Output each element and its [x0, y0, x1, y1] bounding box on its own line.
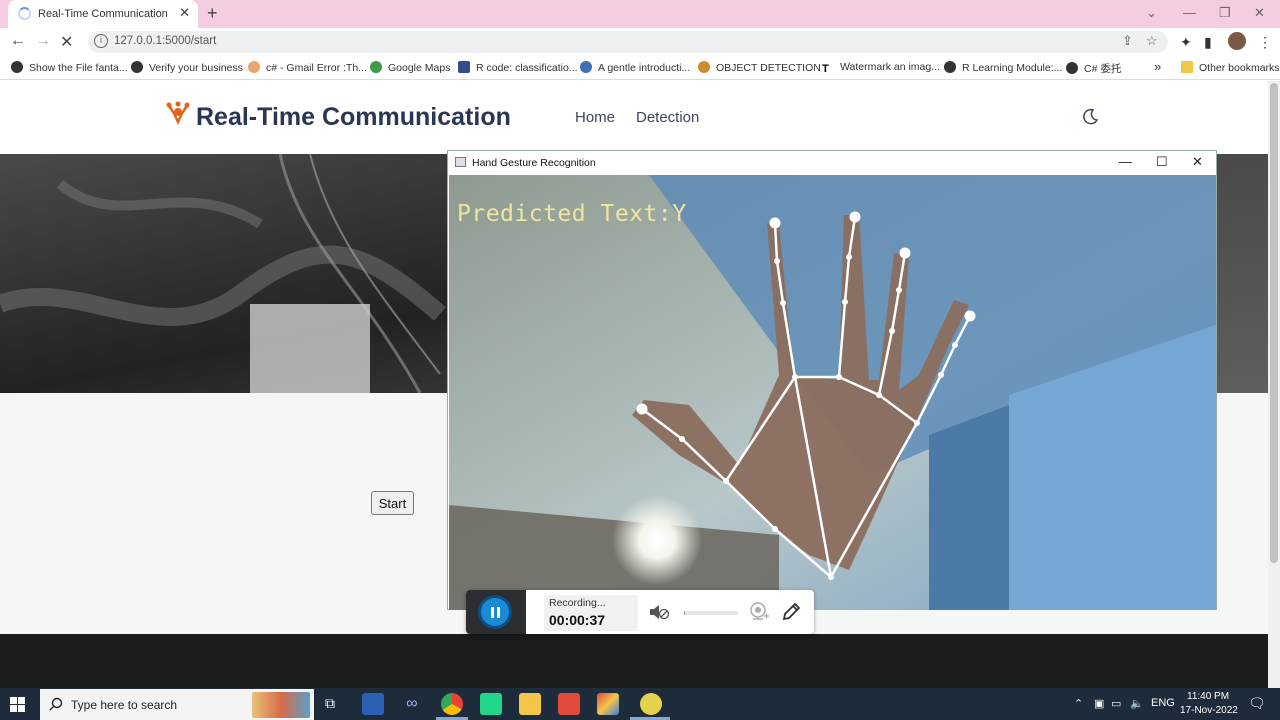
search-icon: [49, 697, 63, 711]
url-text[interactable]: 127.0.0.1:5000/start: [114, 35, 216, 47]
other-bookmarks-folder[interactable]: Other bookmarks: [1181, 61, 1280, 74]
tab-search-chevron-icon[interactable]: ⌄: [1146, 5, 1157, 21]
bookmark-favicon-icon: [11, 61, 23, 73]
start-button[interactable]: Start: [371, 491, 414, 515]
bookmark-item[interactable]: Google Maps: [370, 61, 450, 74]
bookmark-item[interactable]: A gentle introducti...: [580, 61, 690, 74]
chrome-app-icon[interactable]: [441, 693, 463, 715]
bookmark-item[interactable]: Show the File fanta...: [11, 61, 128, 74]
new-tab-button[interactable]: +: [207, 3, 218, 24]
pause-recording-button[interactable]: [478, 595, 512, 629]
back-icon[interactable]: ←: [10, 32, 26, 50]
bookmark-favicon-icon: [458, 61, 470, 73]
webcam-icon[interactable]: [748, 600, 770, 624]
tray-network-icon[interactable]: ▭: [1111, 697, 1121, 710]
pycharm-app-icon[interactable]: [480, 693, 502, 715]
bookmarks-overflow-button[interactable]: »: [1154, 59, 1161, 74]
loading-spinner-icon: [18, 7, 31, 20]
page-footer: [0, 634, 1268, 688]
nav-home-link[interactable]: Home: [575, 109, 615, 126]
language-indicator[interactable]: ENG: [1151, 697, 1175, 709]
maps-pin-icon: [370, 61, 382, 73]
bookmark-item[interactable]: T Watermark an imag...: [822, 61, 940, 75]
tab-title: Real-Time Communication: [38, 8, 168, 20]
dark-mode-moon-icon[interactable]: [1081, 108, 1099, 126]
screen-recorder-bar: Recording... 00:00:37: [466, 590, 814, 634]
tray-device-icon[interactable]: ▣: [1094, 697, 1104, 710]
page-scrollbar[interactable]: [1268, 81, 1280, 688]
windows-start-icon[interactable]: [10, 697, 25, 712]
tray-volume-icon[interactable]: 🔈: [1130, 697, 1144, 710]
tray-chevron-up-icon[interactable]: ⌃: [1074, 697, 1083, 710]
extensions-icon[interactable]: ✦: [1180, 34, 1192, 51]
bookmark-item[interactable]: Verify your business: [131, 61, 243, 74]
bookmarks-bar: Show the File fanta... Verify your busin…: [0, 56, 1280, 80]
site-header: Real-Time Communication Home Detection: [0, 81, 1268, 154]
close-window-icon[interactable]: ✕: [1254, 5, 1265, 21]
share-icon[interactable]: ⇪: [1122, 33, 1133, 49]
clock-time[interactable]: 11:40 PM: [1187, 691, 1229, 702]
winrar-app-icon[interactable]: [597, 693, 619, 715]
menu-kebab-icon[interactable]: ⋮: [1258, 34, 1272, 51]
notification-center-icon[interactable]: 🗨: [1248, 695, 1266, 712]
microphone-muted-icon[interactable]: [648, 602, 670, 622]
search-highlight-image: [252, 692, 310, 718]
brand-title[interactable]: Real-Time Communication: [196, 103, 511, 132]
bookmark-star-icon[interactable]: ☆: [1146, 33, 1158, 49]
omnibox[interactable]: i 127.0.0.1:5000/start ⇪ ☆: [88, 31, 1168, 53]
recording-timer: 00:00:37: [549, 612, 606, 628]
bookmark-favicon-icon: [1066, 62, 1078, 74]
scrollbar-thumb[interactable]: [1270, 83, 1278, 563]
camera-feed: Predicted Text:Y: [449, 175, 1216, 610]
recording-label: Recording...: [549, 597, 606, 609]
side-panel-icon[interactable]: ▮: [1204, 34, 1212, 51]
recording-status: Recording... 00:00:37: [544, 595, 638, 631]
minimize-icon[interactable]: —: [1183, 5, 1196, 20]
search-placeholder: Type here to search: [71, 698, 178, 712]
logo-icon: [166, 101, 190, 125]
wordpress-icon: [580, 61, 592, 73]
word-app-icon[interactable]: [362, 693, 384, 715]
volume-slider[interactable]: [684, 611, 738, 615]
taskbar-search-box[interactable]: Type here to search: [40, 689, 314, 720]
bookmark-item[interactable]: C# 委托: [1066, 61, 1121, 76]
window-title: Hand Gesture Recognition: [472, 157, 596, 169]
tab-close-icon[interactable]: ✕: [179, 5, 190, 21]
site-info-icon[interactable]: i: [94, 34, 108, 48]
restore-icon[interactable]: ❐: [1219, 5, 1231, 21]
profile-avatar[interactable]: [1228, 32, 1246, 50]
folder-icon: [1181, 61, 1193, 73]
bookmark-favicon-icon: T: [822, 63, 834, 75]
nav-detection-link[interactable]: Detection: [636, 109, 699, 126]
stop-loading-icon[interactable]: ✕: [60, 32, 73, 52]
windows-taskbar: Type here to search ⧉ ∞ ⌃ ▣ ▭ 🔈 ENG 11:4…: [0, 688, 1280, 720]
recorder-app-icon[interactable]: [558, 693, 580, 715]
window-maximize-icon[interactable]: ☐: [1156, 154, 1168, 170]
predicted-text-overlay: Predicted Text:Y: [457, 201, 687, 227]
browser-tab[interactable]: Real-Time Communication ✕: [8, 0, 198, 28]
bookmark-favicon-icon: [131, 61, 143, 73]
bookmark-item[interactable]: OBJECT DETECTION...: [698, 61, 830, 74]
gesture-recognition-window: Hand Gesture Recognition — ☐ ✕ Predicted…: [447, 150, 1217, 610]
clock-date[interactable]: 17-Nov-2022: [1180, 705, 1238, 716]
bookmark-favicon-icon: [698, 61, 710, 73]
task-view-icon[interactable]: ⧉: [325, 695, 335, 712]
bookmark-item[interactable]: c# - Gmail Error :Th...: [248, 61, 367, 74]
address-toolbar: ← → ✕ i 127.0.0.1:5000/start ⇪ ☆ ✦ ▮ ⋮: [0, 28, 1280, 56]
window-close-icon[interactable]: ✕: [1192, 154, 1203, 170]
bookmark-favicon-icon: [248, 61, 260, 73]
bookmark-item[interactable]: R Learning Module:...: [944, 61, 1062, 74]
window-minimize-icon[interactable]: —: [1119, 154, 1132, 169]
bookmark-item[interactable]: R code: classificatio...: [458, 61, 578, 74]
window-app-icon: [455, 157, 466, 167]
python-app-icon[interactable]: [640, 693, 662, 715]
file-explorer-icon[interactable]: [519, 693, 541, 715]
pen-annotate-icon[interactable]: [780, 601, 802, 623]
browser-tab-strip: Real-Time Communication ✕ + ⌄ — ❐ ✕: [0, 0, 1280, 28]
forward-icon[interactable]: →: [35, 32, 51, 50]
infinity-app-icon[interactable]: ∞: [401, 693, 423, 715]
bookmark-favicon-icon: [944, 61, 956, 73]
